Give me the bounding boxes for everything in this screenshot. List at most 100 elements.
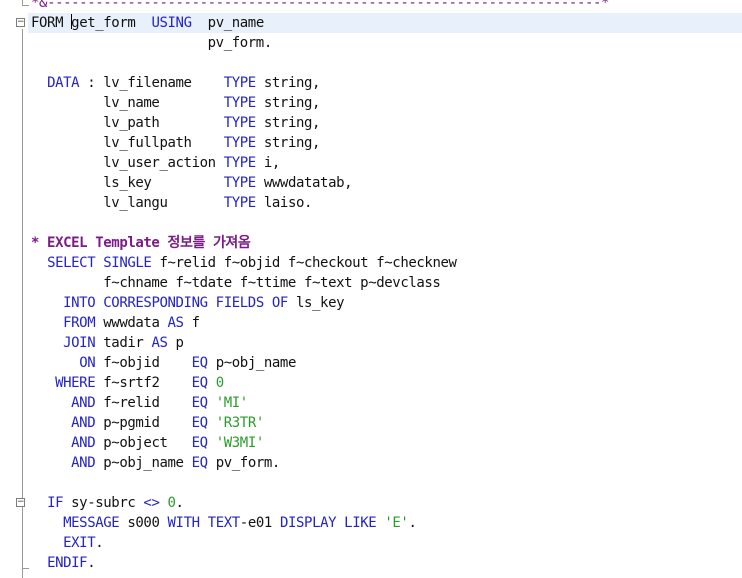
code-token: lv_path [31, 115, 224, 131]
code-token: f [183, 315, 200, 331]
code-line[interactable]: IF sy-subrc <> 0. [31, 493, 184, 513]
collapse-icon[interactable]: − [16, 498, 25, 507]
collapse-icon[interactable]: − [16, 18, 25, 27]
keyword-token: <> [143, 495, 160, 511]
code-line[interactable]: MESSAGE s000 WITH TEXT-e01 DISPLAY LIKE … [31, 513, 417, 533]
keyword-token: TYPE [223, 95, 257, 111]
code-token: pv_form. [207, 455, 281, 471]
code-line[interactable]: lv_name TYPE string, [31, 93, 320, 113]
code-line[interactable]: lv_fullpath TYPE string, [31, 133, 320, 153]
code-token: tadir [95, 335, 152, 351]
keyword-token: ON [79, 355, 96, 371]
number-token: 0 [167, 495, 176, 511]
code-token: f~relid [95, 395, 192, 411]
code-token: p~obj_name [95, 455, 192, 471]
code-token: sy-subrc [63, 495, 144, 511]
string-token: 'R3TR' [215, 415, 265, 431]
code-token: wwwdata [95, 315, 168, 331]
code-token: string, [255, 95, 321, 111]
string-token: 'MI' [215, 395, 249, 411]
code-token: FORM [31, 15, 72, 31]
code-line[interactable]: WHERE f~srtf2 EQ 0 [31, 373, 224, 393]
code-line[interactable]: *&--------------------------------------… [31, 0, 609, 13]
code-line[interactable]: AND p~obj_name EQ pv_form. [31, 453, 280, 473]
keyword-token: WITH [167, 515, 201, 531]
code-line[interactable]: FROM wwwdata AS f [31, 313, 200, 333]
code-token: string, [255, 75, 321, 91]
code-token: string, [255, 115, 321, 131]
keyword-token: AND [71, 395, 96, 411]
code-token: -e01 [239, 515, 280, 531]
abap-code-editor[interactable]: *&--------------------------------------… [0, 0, 742, 578]
code-token: p [167, 335, 184, 351]
code-token: . [87, 555, 96, 571]
code-line[interactable]: AND p~pgmid EQ 'R3TR' [31, 413, 264, 433]
keyword-token: DATA [47, 75, 80, 91]
keyword-token: EQ [191, 435, 208, 451]
code-line[interactable]: ENDIF. [31, 553, 96, 573]
keyword-token: TYPE [223, 135, 257, 151]
code-token: p~object [95, 435, 192, 451]
code-line[interactable]: AND f~relid EQ 'MI' [31, 393, 248, 413]
keyword-token: AND [71, 455, 96, 471]
fold-end-marker [22, 0, 29, 6]
code-line[interactable]: FORM get_form USING pv_name [31, 13, 264, 33]
keyword-token: TYPE [223, 155, 257, 171]
code-token: f~relid f~objid f~checkout f~checknew [151, 255, 457, 271]
number-token: 0 [215, 375, 224, 391]
keyword-token: MESSAGE [63, 515, 120, 531]
code-token: laiso. [255, 195, 313, 211]
code-line[interactable]: JOIN tadir AS p [31, 333, 184, 353]
code-token: p~pgmid [95, 415, 192, 431]
code-token: string, [255, 135, 321, 151]
code-line[interactable]: ls_key TYPE wwwdatatab, [31, 173, 352, 193]
keyword-token: EQ [191, 375, 208, 391]
code-line[interactable]: lv_path TYPE string, [31, 113, 320, 133]
code-line[interactable]: SELECT SINGLE f~relid f~objid f~checkout… [31, 253, 457, 273]
code-line[interactable]: EXIT. [31, 533, 104, 553]
code-line[interactable]: * EXCEL Template 정보를 가져옴 [31, 233, 251, 253]
keyword-token: SELECT SINGLE [47, 255, 152, 271]
code-token: f~srtf2 [95, 375, 192, 391]
keyword-token: EQ [191, 415, 208, 431]
code-line[interactable]: pv_form. [31, 33, 273, 53]
keyword-token: INTO CORRESPONDING FIELDS OF [63, 295, 288, 311]
code-token: lv_user_action [31, 155, 224, 171]
code-line[interactable]: f~chname f~tdate f~ttime f~text p~devcla… [31, 273, 441, 293]
code-line[interactable]: lv_user_action TYPE i, [31, 153, 280, 173]
separator-comment-token: *& [31, 0, 48, 11]
string-token: 'W3MI' [215, 435, 265, 451]
keyword-token: TYPE [223, 115, 257, 131]
keyword-token: AS [151, 335, 168, 351]
code-line[interactable]: ON f~objid EQ p~obj_name [31, 353, 296, 373]
code-line[interactable]: DATA : lv_filename TYPE string, [31, 73, 320, 93]
code-token: g [71, 15, 80, 31]
code-line[interactable]: INTO CORRESPONDING FIELDS OF ls_key [31, 293, 344, 313]
keyword-token: TEXT [207, 515, 241, 531]
keyword-token: EXIT [63, 535, 96, 551]
keyword-token: EQ [191, 395, 208, 411]
code-line[interactable]: AND p~object EQ 'W3MI' [31, 433, 264, 453]
keyword-token: EQ [191, 355, 208, 371]
separator-comment-token: ----------------------------------------… [47, 0, 610, 11]
keyword-token: USING [151, 15, 192, 31]
keyword-token: TYPE [223, 75, 257, 91]
code-token: et_form [79, 15, 152, 31]
code-line[interactable]: lv_langu TYPE laiso. [31, 193, 312, 213]
keyword-token: EQ [191, 455, 208, 471]
fold-end-marker-if [22, 562, 29, 569]
